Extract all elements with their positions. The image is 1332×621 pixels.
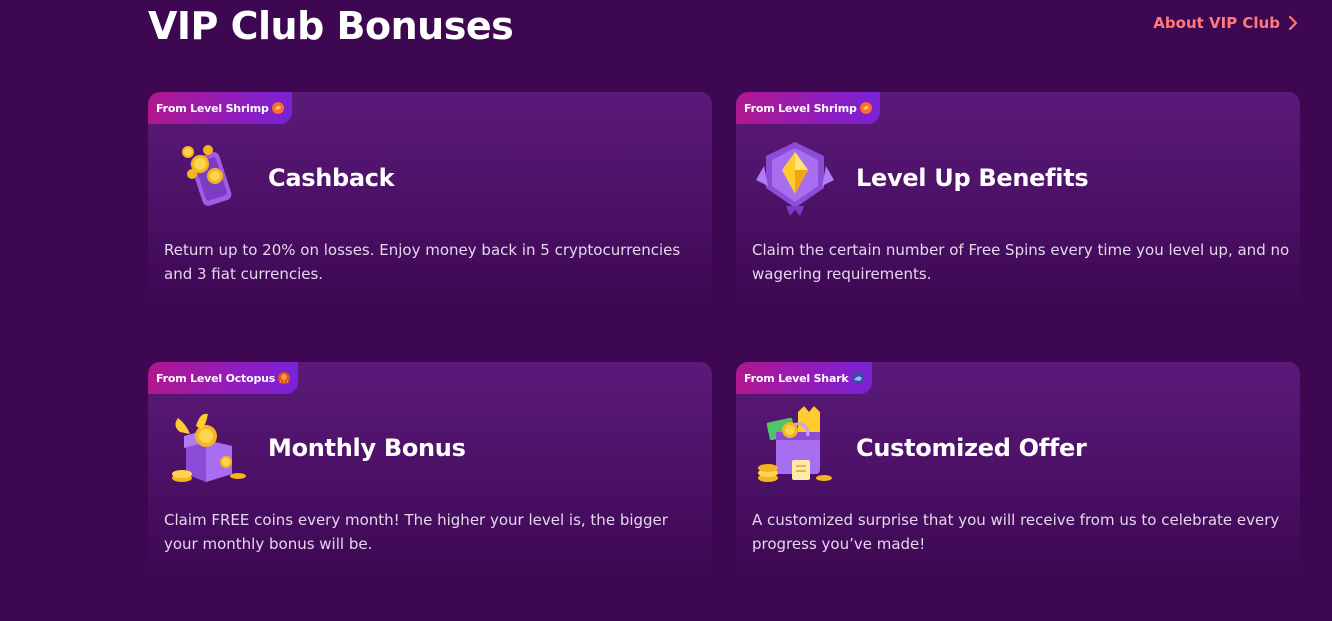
level-badge-label: From Level Shark bbox=[744, 371, 849, 385]
shrimp-icon bbox=[859, 102, 872, 114]
card-title: Cashback bbox=[268, 164, 395, 192]
gift-coins-icon bbox=[172, 413, 246, 482]
bonus-card-cashback: From Level Shrimp Cashback Return up to … bbox=[148, 92, 712, 302]
level-badge-label: From Level Shrimp bbox=[744, 101, 857, 115]
octopus-icon bbox=[278, 372, 291, 384]
about-vip-club-label: About VIP Club bbox=[1153, 14, 1280, 32]
bonus-card-monthly: From Level Octopus Monthly Bonus Claim F… bbox=[148, 362, 712, 572]
shopping-bag-icon bbox=[758, 406, 832, 482]
diamond-shield-icon bbox=[756, 142, 834, 216]
page-title: VIP Club Bonuses bbox=[148, 4, 514, 48]
card-title: Monthly Bonus bbox=[268, 434, 466, 462]
card-description: Return up to 20% on losses. Enjoy money … bbox=[164, 241, 681, 283]
about-vip-club-link[interactable]: About VIP Club bbox=[1153, 14, 1298, 32]
bonus-card-level-up: From Level Shrimp Level Up Benefits Clai… bbox=[736, 92, 1300, 302]
card-title: Customized Offer bbox=[856, 434, 1087, 462]
card-description: Claim FREE coins every month! The higher… bbox=[164, 511, 668, 553]
card-title: Level Up Benefits bbox=[856, 164, 1089, 192]
bonus-card-customized: From Level Shark Customized Offer A cust… bbox=[736, 362, 1300, 572]
card-description: A customized surprise that you will rece… bbox=[752, 511, 1280, 553]
level-badge-label: From Level Octopus bbox=[156, 371, 276, 385]
level-badge: From Level Shrimp bbox=[148, 92, 292, 124]
level-badge: From Level Octopus bbox=[148, 362, 299, 394]
phone-coins-icon bbox=[182, 145, 232, 206]
level-badge: From Level Shark bbox=[736, 362, 872, 394]
level-badge: From Level Shrimp bbox=[736, 92, 880, 124]
vip-bonuses-section: VIP Club Bonuses About VIP Club From Lev… bbox=[0, 0, 1332, 621]
chevron-right-icon bbox=[1288, 15, 1298, 31]
card-description: Claim the certain number of Free Spins e… bbox=[752, 241, 1290, 283]
shrimp-icon bbox=[271, 102, 284, 114]
shark-icon bbox=[851, 372, 864, 384]
level-badge-label: From Level Shrimp bbox=[156, 101, 269, 115]
